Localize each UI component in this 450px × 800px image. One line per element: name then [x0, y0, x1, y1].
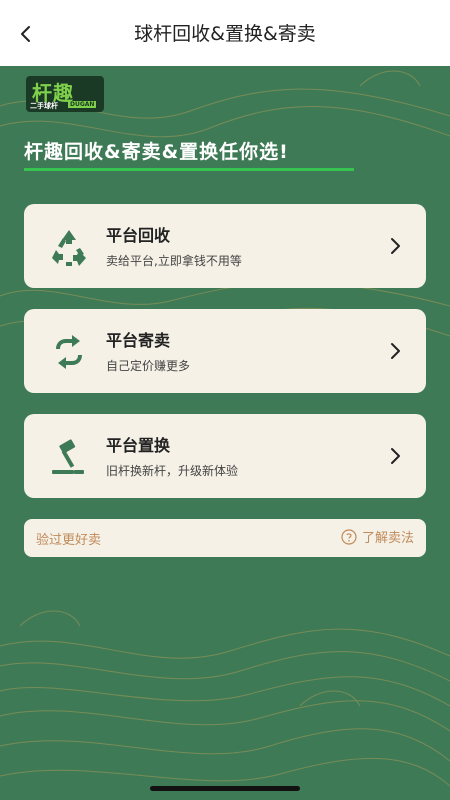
tip-text: 验过更好卖: [36, 533, 102, 548]
chevron-right-icon: [391, 343, 400, 359]
card-title: 平台置换: [106, 436, 171, 455]
headline-underline: [24, 168, 354, 171]
exchange-arrows-icon: [56, 335, 82, 369]
card-subtitle: 自己定价赚更多: [106, 359, 191, 373]
learn-selling-link[interactable]: 了解卖法: [341, 527, 414, 546]
tip-bar: 验过更好卖 了解卖法: [24, 519, 426, 557]
card-title: 平台回收: [106, 226, 171, 245]
top-nav-bar: 球杆回收&置换&寄卖: [0, 0, 450, 66]
home-indicator: [150, 786, 300, 791]
card-subtitle: 旧杆换新杆，升级新体验: [106, 464, 239, 478]
logo-sub-text: 二手球杆: [30, 102, 58, 110]
brand-logo: 杆趣 二手球杆 DUGAN: [26, 76, 104, 112]
chevron-right-icon: [391, 448, 400, 464]
headline-text: 杆趣回收&寄卖&置换任你选!: [24, 141, 289, 163]
card-platform-consign[interactable]: 平台寄卖 自己定价赚更多: [24, 309, 426, 393]
recycle-icon: [52, 230, 86, 266]
card-platform-exchange[interactable]: 平台置换 旧杆换新杆，升级新体验: [24, 414, 426, 498]
question-circle-icon: [341, 528, 357, 545]
logo-tag-text: DUGAN: [68, 101, 97, 108]
learn-selling-label: 了解卖法: [361, 531, 414, 546]
card-subtitle: 卖给平台,立即拿钱不用等: [106, 254, 242, 268]
card-platform-recycle[interactable]: 平台回收 卖给平台,立即拿钱不用等: [24, 204, 426, 288]
auction-hammer-icon: [52, 439, 84, 474]
card-title: 平台寄卖: [106, 331, 171, 350]
chevron-right-icon: [391, 238, 400, 254]
page-title: 球杆回收&置换&寄卖: [134, 23, 316, 45]
